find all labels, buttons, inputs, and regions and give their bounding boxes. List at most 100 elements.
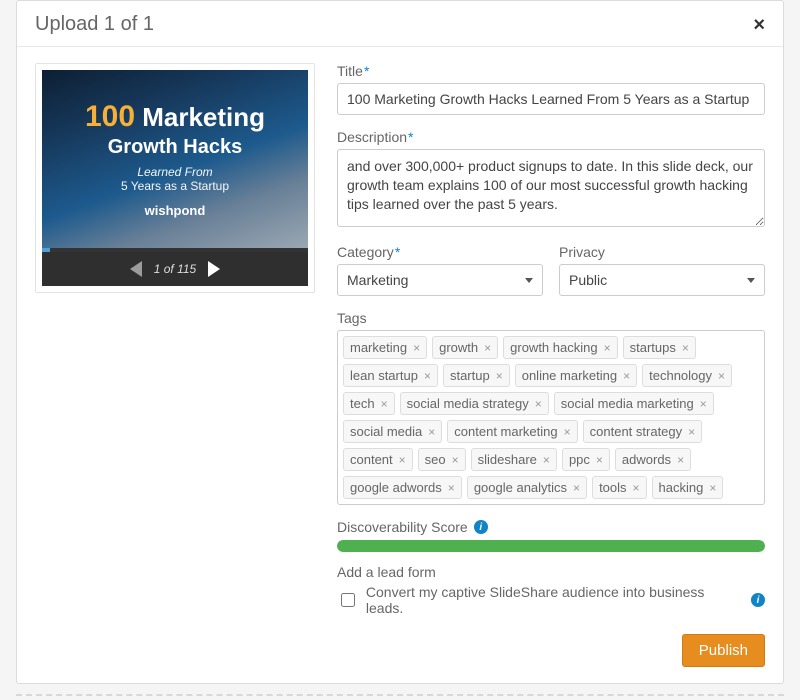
tag-remove-icon[interactable]: × (682, 341, 689, 355)
tag-remove-icon[interactable]: × (535, 397, 542, 411)
tag-chip: marketing × (343, 336, 427, 359)
privacy-select[interactable] (559, 264, 765, 296)
tag-chip: tools× (592, 476, 646, 499)
discoverability-fill (337, 540, 765, 552)
tag-remove-icon[interactable]: × (633, 481, 640, 495)
tag-remove-icon[interactable]: × (564, 425, 571, 439)
tag-remove-icon[interactable]: × (448, 481, 455, 495)
tag-remove-icon[interactable]: × (496, 369, 503, 383)
tag-label: growth hacking (510, 340, 597, 355)
tag-chip: google analytics × (467, 476, 587, 499)
modal-header: Upload 1 of 1 × (17, 1, 783, 47)
tag-remove-icon[interactable]: × (709, 481, 716, 495)
tag-chip: growth hacking × (503, 336, 617, 359)
tag-label: ppc (569, 452, 590, 467)
next-slide-icon[interactable] (208, 261, 220, 277)
privacy-label: Privacy (559, 244, 765, 260)
slide-subtitle-line-2: 5 Years as a Startup (121, 179, 229, 193)
tag-remove-icon[interactable]: × (604, 341, 611, 355)
tag-label: social media (350, 424, 422, 439)
tag-label: online marketing (522, 368, 617, 383)
tag-label: social media strategy (407, 396, 529, 411)
slide-title-line-1: 100 Marketing (85, 100, 265, 134)
description-input[interactable] (337, 149, 765, 227)
tag-label: technology (649, 368, 712, 383)
slide-preview-card: 100 Marketing Growth Hacks Learned From … (35, 63, 315, 293)
tag-chip: content marketing × (447, 420, 577, 443)
title-label: Title (337, 63, 765, 79)
slide-progress-bar[interactable] (42, 248, 308, 252)
slide-brand: wishpond (145, 203, 206, 218)
tag-remove-icon[interactable]: × (700, 397, 707, 411)
tag-chip: adwords × (615, 448, 691, 471)
tag-remove-icon[interactable]: × (623, 369, 630, 383)
upload-form: Title Description Category (337, 63, 765, 616)
tag-label: google analytics (474, 480, 567, 495)
tag-chip: tech × (343, 392, 395, 415)
tag-chip: social media marketing × (554, 392, 714, 415)
tag-label: adwords (622, 452, 671, 467)
tag-label: hacking (659, 480, 704, 495)
tag-label: startups (630, 340, 676, 355)
modal-footer: Publish (17, 626, 783, 683)
tag-label: google adwords (350, 480, 442, 495)
tag-chip: startups × (623, 336, 696, 359)
tag-label: content strategy (590, 424, 683, 439)
tag-chip: google adwords × (343, 476, 462, 499)
prev-slide-icon[interactable] (130, 261, 142, 277)
tag-remove-icon[interactable]: × (413, 341, 420, 355)
tags-input[interactable]: marketing×growth×growth hacking×startups… (337, 330, 765, 505)
tag-chip: seo× (418, 448, 466, 471)
tag-remove-icon[interactable]: × (677, 453, 684, 467)
tag-remove-icon[interactable]: × (688, 425, 695, 439)
category-select[interactable] (337, 264, 543, 296)
lead-form-heading: Add a lead form (337, 564, 765, 580)
info-icon[interactable]: i (474, 520, 488, 534)
slide-preview: 100 Marketing Growth Hacks Learned From … (35, 63, 315, 616)
tag-chip: hacking × (652, 476, 724, 499)
tag-remove-icon[interactable]: × (452, 453, 459, 467)
lead-form-checkbox[interactable] (341, 593, 355, 607)
tag-remove-icon[interactable]: × (399, 453, 406, 467)
slide-nav: 1 of 115 (42, 252, 308, 286)
tag-label: marketing (350, 340, 407, 355)
slide-thumbnail[interactable]: 100 Marketing Growth Hacks Learned From … (42, 70, 308, 248)
next-upload-placeholder (16, 694, 784, 700)
close-icon[interactable]: × (753, 15, 765, 35)
discoverability-bar (337, 540, 765, 552)
tag-chip: social media × (343, 420, 442, 443)
tag-remove-icon[interactable]: × (596, 453, 603, 467)
tag-remove-icon[interactable]: × (428, 425, 435, 439)
tag-chip: social media strategy × (400, 392, 549, 415)
tag-label: social media marketing (561, 396, 694, 411)
tags-label: Tags (337, 310, 765, 326)
tag-label: startup (450, 368, 490, 383)
slide-title-rest: Marketing (135, 102, 265, 132)
tag-chip: startup × (443, 364, 510, 387)
tag-chip: technology × (642, 364, 732, 387)
description-label: Description (337, 129, 765, 145)
title-input[interactable] (337, 83, 765, 115)
modal-title: Upload 1 of 1 (35, 13, 154, 36)
tag-label: content marketing (454, 424, 557, 439)
tag-remove-icon[interactable]: × (573, 481, 580, 495)
tag-remove-icon[interactable]: × (543, 453, 550, 467)
tag-chip: ppc × (562, 448, 610, 471)
lead-form-text: Convert my captive SlideShare audience i… (366, 584, 743, 616)
tag-chip: content× (343, 448, 413, 471)
tag-label: tech (350, 396, 375, 411)
discoverability-label: Discoverability Score (337, 519, 468, 535)
publish-button[interactable]: Publish (682, 634, 765, 667)
slide-title-number: 100 (85, 100, 135, 133)
tag-remove-icon[interactable]: × (484, 341, 491, 355)
slide-title-line-2: Growth Hacks (108, 136, 242, 159)
tag-chip: online marketing × (515, 364, 637, 387)
tag-label: lean startup (350, 368, 418, 383)
tag-remove-icon[interactable]: × (424, 369, 431, 383)
tag-label: slideshare (478, 452, 537, 467)
tag-remove-icon[interactable]: × (718, 369, 725, 383)
info-icon[interactable]: i (751, 593, 765, 607)
tag-chip: slideshare × (471, 448, 557, 471)
tag-remove-icon[interactable]: × (381, 397, 388, 411)
tag-chip: content strategy × (583, 420, 703, 443)
